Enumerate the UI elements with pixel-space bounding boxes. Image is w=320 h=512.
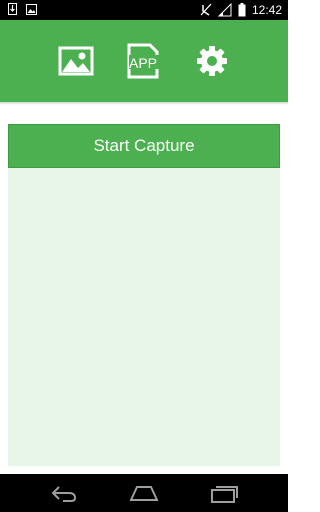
app-icon-label: APP xyxy=(129,55,157,71)
cellular-icon xyxy=(217,3,232,17)
toolbar-shadow xyxy=(0,102,288,105)
system-indicators: 12:42 xyxy=(200,2,282,18)
notification-area xyxy=(8,3,37,15)
image-icon xyxy=(26,3,37,15)
gallery-icon[interactable] xyxy=(58,43,94,79)
download-icon xyxy=(8,3,17,15)
battery-icon xyxy=(238,3,246,17)
settings-icon[interactable] xyxy=(194,43,230,79)
status-bar: 12:42 xyxy=(0,0,288,20)
signal-muted-icon xyxy=(200,3,212,16)
capture-panel: Start Capture xyxy=(8,124,280,466)
home-icon[interactable] xyxy=(129,482,159,504)
status-time: 12:42 xyxy=(251,3,282,17)
back-icon[interactable] xyxy=(49,482,79,504)
app-icon[interactable]: APP xyxy=(125,43,161,79)
recents-icon[interactable] xyxy=(209,482,239,504)
toolbar: APP xyxy=(0,20,288,102)
start-capture-button[interactable]: Start Capture xyxy=(8,124,280,168)
navigation-bar xyxy=(0,474,288,512)
